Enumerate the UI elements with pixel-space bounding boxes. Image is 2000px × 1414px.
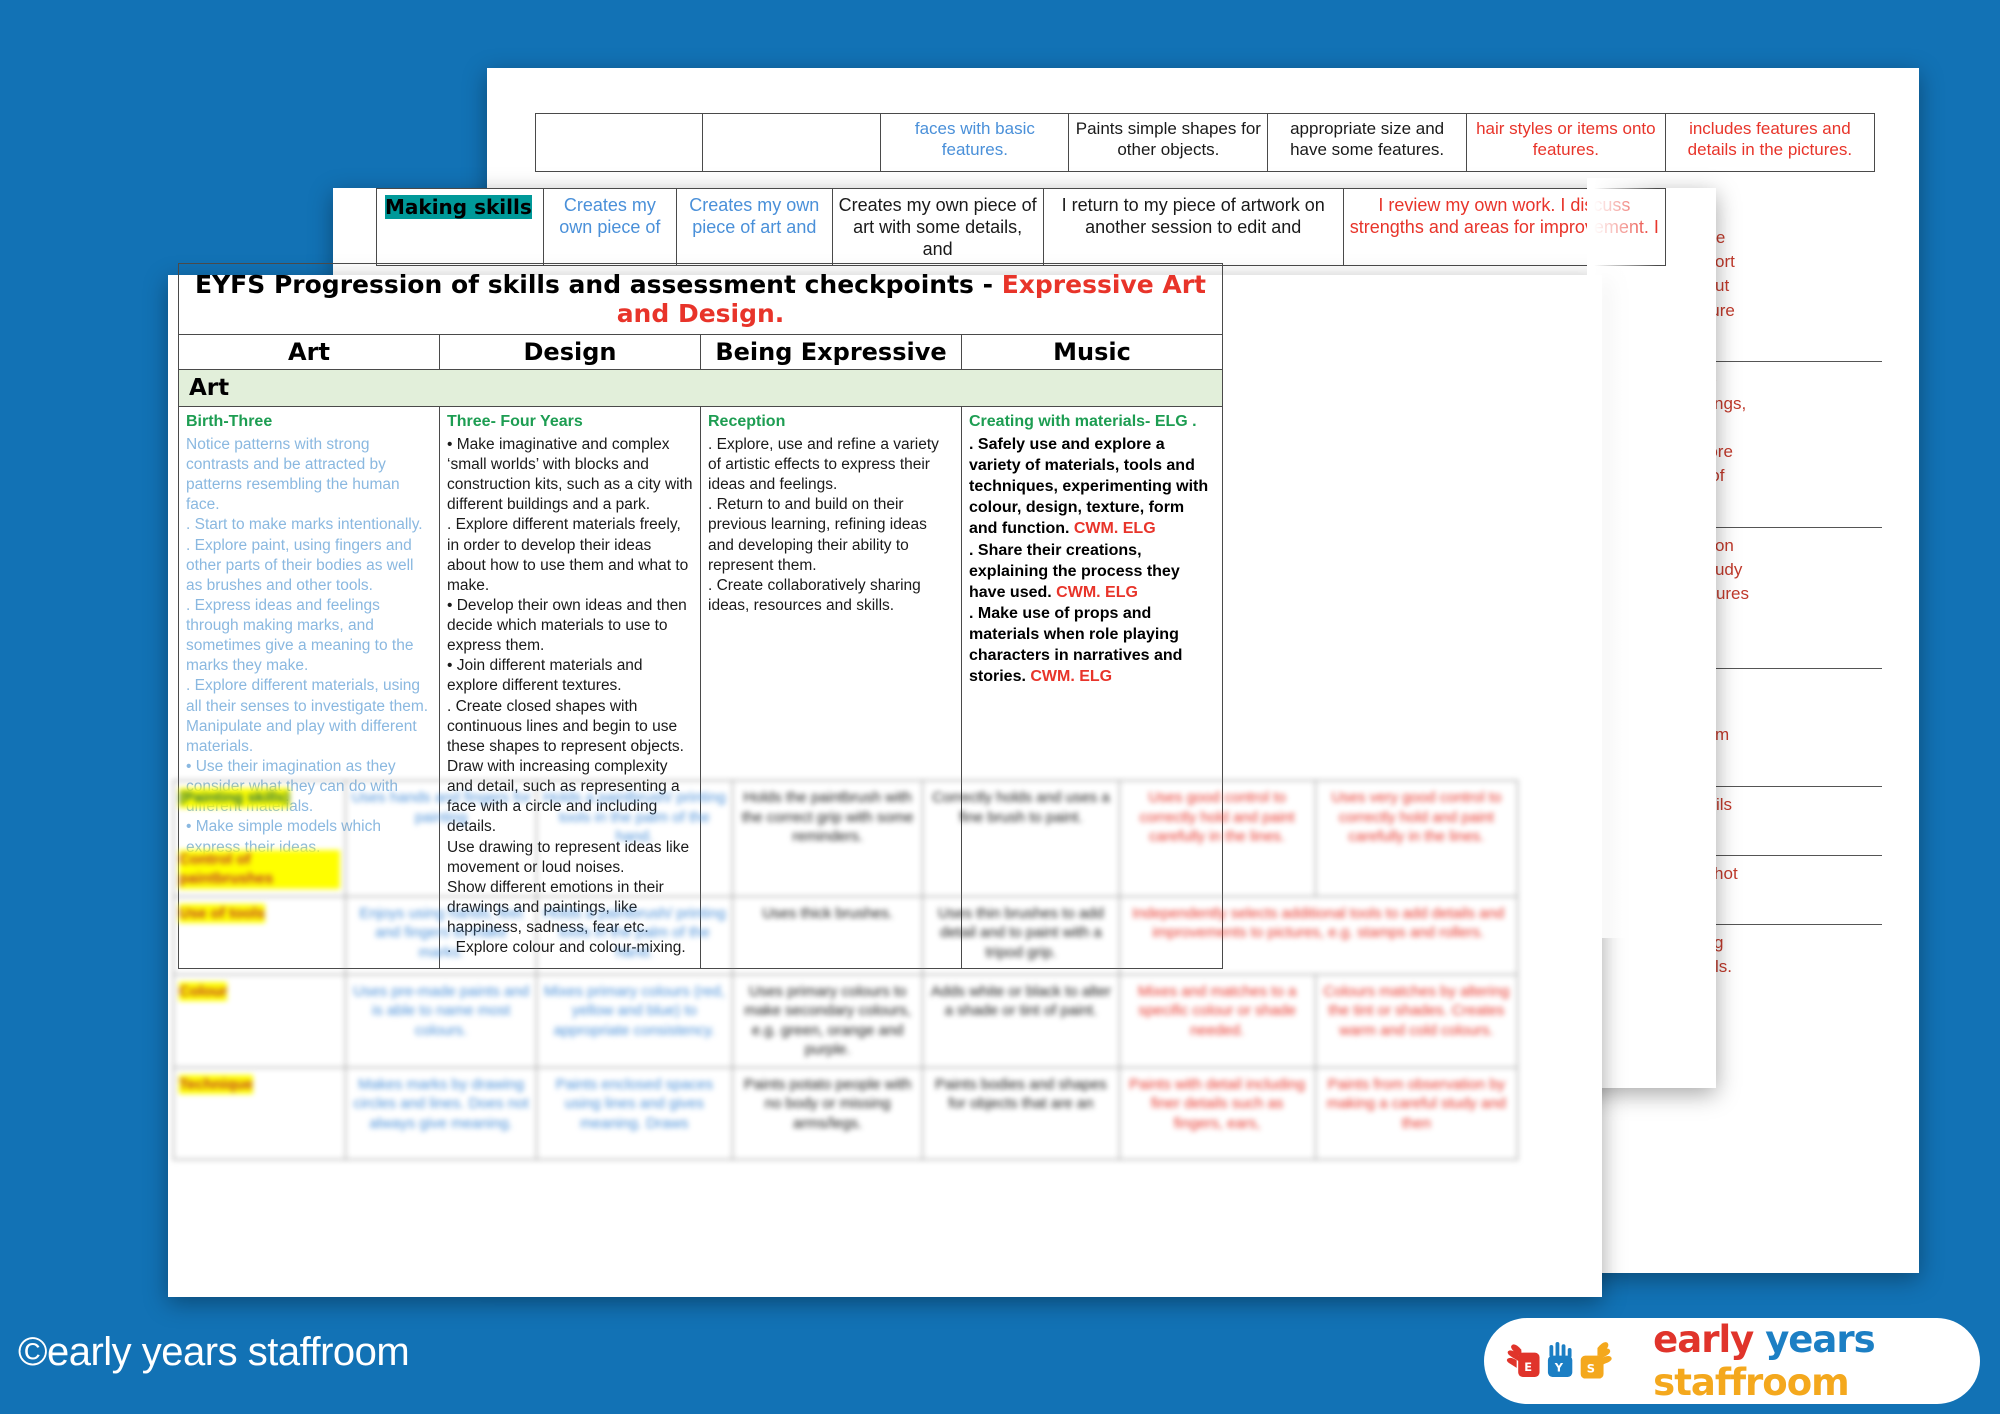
row-label-use-of-tools: Use of tools (172, 895, 347, 975)
column-label-birth-three: Birth-Three (186, 413, 273, 430)
table-row: Colour Uses pre-made paints and is able … (172, 973, 1519, 1068)
cell-creates-my-own-1: Creates my own piece of (542, 188, 678, 266)
column-label-reception: Reception (708, 413, 786, 430)
elg-item-1-tag: CWM. ELG (1073, 520, 1156, 538)
cell-r4c1: Makes marks by drawing circles and lines… (345, 1066, 537, 1160)
painting-skills-table: (Painting skills) Control of paintbrushe… (172, 780, 1519, 1160)
cell-r3c6: Colours matches by altering the tint or … (1314, 973, 1519, 1068)
cell-r4c2: Paints enclosed spaces using lines and g… (535, 1066, 733, 1160)
brand-logo: E Y S early years staffroom (1484, 1318, 1980, 1404)
table-row: faces with basic features. Paints simple… (534, 113, 1876, 172)
hand-letter-e: E (1524, 1360, 1532, 1374)
cell-r1c1: Uses hands and fingers for painting (345, 780, 537, 897)
subheader-art: Art (178, 334, 440, 370)
elg-item-2-tag: CWM. ELG (1056, 583, 1138, 601)
elg-item-1: . Safely use and explore a variety of ma… (969, 434, 1215, 540)
cell-includes-features: includes features and details in the pic… (1664, 113, 1876, 172)
label-control-of-paintbrushes: Control of paintbrushes (179, 849, 341, 889)
handprints-icon: E Y S (1506, 1341, 1612, 1379)
column-label-three-four: Three- Four Years (447, 413, 583, 430)
logo-word-staffroom: staffroom (1653, 1361, 1850, 1404)
back-card-top-table: faces with basic features. Paints simple… (534, 113, 1876, 172)
document-page-front: EYFS Progression of skills and assessmen… (168, 263, 1602, 1297)
cell-r3c4: Adds white or black to alter a shade or … (922, 973, 1120, 1068)
row-label-colour: Colour (172, 973, 347, 1068)
copyright-text: ©early years staffroom (18, 1330, 410, 1374)
cell-return-to-artwork: I return to my piece of artwork on anoth… (1042, 188, 1344, 266)
cell-r2c3: Uses thick brushes. (731, 895, 924, 975)
cell-r1c6: Uses very good control to correctly hold… (1314, 780, 1519, 897)
elg-item-3-tag: CWM. ELG (1030, 668, 1113, 686)
label-use-of-tools: Use of tools (179, 903, 265, 923)
section-band-art: Art (178, 369, 1223, 407)
elg-item-3: . Make use of props and materials when r… (969, 603, 1215, 687)
page-title-prefix: EYFS Progression of skills and assessmen… (195, 270, 1002, 299)
cell-r4c6: Paints from observation by making a care… (1314, 1066, 1519, 1160)
row-label-painting-skills: (Painting skills) Control of paintbrushe… (172, 780, 347, 897)
cell-hair-styles: hair styles or items onto features. (1465, 113, 1666, 172)
cell-creates-my-own-3: Creates my own piece of art with some de… (831, 188, 1044, 266)
table-row: Use of tools Enjoys using hands, feet an… (172, 895, 1519, 975)
page-title: EYFS Progression of skills and assessmen… (178, 263, 1223, 335)
subheader-being-expressive: Being Expressive (700, 334, 962, 370)
cell-faces-basic-features: faces with basic features. (880, 113, 1070, 172)
subheader-row: Art Design Being Expressive Music (178, 334, 1223, 370)
logo-word-years: years (1765, 1318, 1875, 1361)
cell-creates-my-own-2: Creates my own piece of art and (676, 188, 833, 266)
table-row: (Painting skills) Control of paintbrushe… (172, 780, 1519, 897)
page-fade-overlay (1587, 178, 1657, 938)
cell-r1c5: Uses good control to correctly hold and … (1118, 780, 1316, 897)
label-painting-skills: (Painting skills) (179, 788, 290, 808)
cell-r2c1: Enjoys using hands, feet and fingers to … (345, 895, 537, 975)
cell-r2c4: Uses thin brushes to add detail and to p… (922, 895, 1120, 975)
subheader-music: Music (961, 334, 1223, 370)
column-body-reception: . Explore, use and refine a variety of a… (708, 435, 939, 614)
column-label-elg: Creating with materials- ELG . (969, 413, 1197, 430)
making-skills-label: Making skills (385, 195, 532, 219)
hand-letter-y: Y (1554, 1361, 1564, 1375)
cell-making-skills: Making skills (376, 188, 544, 266)
cell-r2c2: Holds a paintbrush/ printing tools in th… (535, 895, 733, 975)
mid-card-table: Making skills Creates my own piece of Cr… (376, 188, 1667, 266)
cell-empty-2 (702, 113, 882, 172)
title-row: EYFS Progression of skills and assessmen… (178, 263, 1223, 335)
cell-appropriate-size: appropriate size and have some features. (1267, 113, 1467, 172)
label-technique: Technique (179, 1074, 253, 1094)
cell-empty-1 (534, 113, 704, 172)
painting-skills-table-blurred: (Painting skills) Control of paintbrushe… (172, 780, 1519, 1165)
subheader-design: Design (439, 334, 701, 370)
section-band-row: Art (178, 369, 1223, 407)
cell-r2c5: Independently selects additional tools t… (1118, 895, 1519, 975)
cell-paints-simple-shapes: Paints simple shapes for other objects. (1068, 113, 1269, 172)
table-row: Making skills Creates my own piece of Cr… (376, 188, 1667, 266)
hand-letter-s: S (1587, 1361, 1595, 1375)
logo-word-early: early (1653, 1318, 1754, 1361)
cell-r3c2: Mixes primary colours (red, yellow and b… (535, 973, 733, 1068)
cell-r3c1: Uses pre-made paints and is able to name… (345, 973, 537, 1068)
row-label-technique: Technique (172, 1066, 347, 1160)
cell-r3c5: Mixes and matches to a specific colour o… (1118, 973, 1316, 1068)
label-colour: Colour (179, 981, 228, 1001)
logo-wordmark: early years staffroom (1653, 1318, 1980, 1404)
cell-r1c4: Correctly holds and uses a fine brush to… (922, 780, 1120, 897)
cell-r3c3: Uses primary colours to make secondary c… (731, 973, 924, 1068)
cell-r4c4: Paints bodies and shapes for objects tha… (922, 1066, 1120, 1160)
cell-r4c5: Paints with detail including finer detai… (1118, 1066, 1316, 1160)
cell-r4c3: Paints potato people with no body or mis… (731, 1066, 924, 1160)
table-row: Technique Makes marks by drawing circles… (172, 1066, 1519, 1160)
cell-r1c3: Holds the paintbrush with the correct gr… (731, 780, 924, 897)
elg-item-2: . Share their creations, explaining the … (969, 540, 1215, 603)
cell-r1c2: Holds a paintbrush/ printing tools in th… (535, 780, 733, 897)
